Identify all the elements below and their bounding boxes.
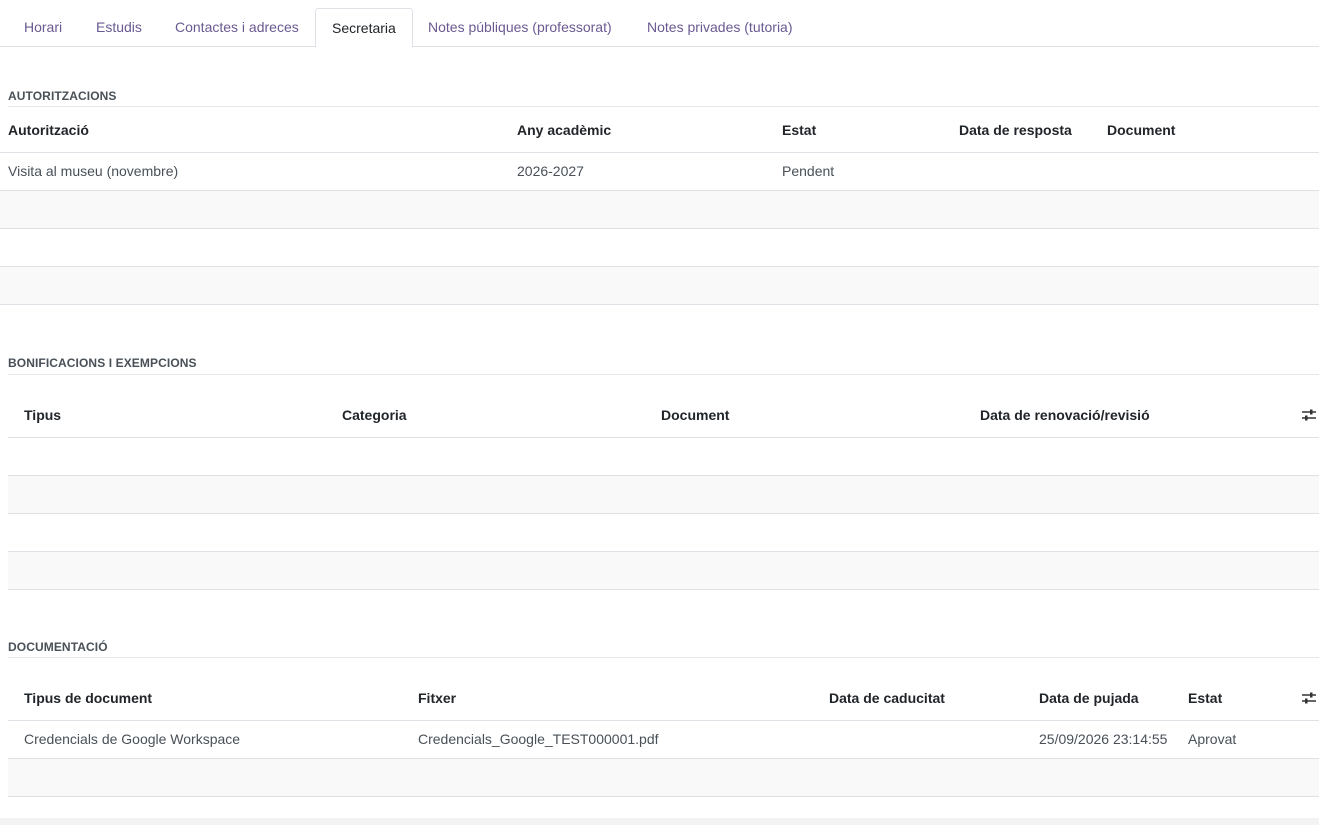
footer-bar (0, 818, 1319, 825)
column-header[interactable]: Estat (1188, 675, 1222, 721)
empty-row (8, 552, 1319, 590)
column-header[interactable]: Tipus de document (24, 675, 152, 721)
column-header[interactable]: Any acadèmic (517, 107, 611, 153)
column-header[interactable]: Fitxer (418, 675, 456, 721)
column-header[interactable]: Tipus (24, 392, 61, 438)
column-header[interactable]: Estat (782, 107, 816, 153)
column-header[interactable]: Data de caducitat (829, 675, 945, 721)
column-header[interactable]: Data de resposta (959, 107, 1072, 153)
table-header: Tipus Categoria Document Data de renovac… (8, 392, 1319, 438)
tab-notes-publiques[interactable]: Notes públiques (professorat) (412, 8, 628, 47)
empty-row (8, 438, 1319, 476)
tab-bar: Horari Estudis Contactes i adreces Secre… (0, 0, 1319, 48)
academic-year: 2026-2027 (517, 163, 584, 179)
bonuses-title: BONIFICACIONS I EXEMPCIONS (8, 356, 197, 370)
bonuses-divider (8, 374, 1319, 375)
empty-row (8, 514, 1319, 552)
empty-row (0, 229, 1319, 267)
authorizations-title: AUTORITZACIONS (8, 89, 117, 103)
tab-secretaria[interactable]: Secretaria (315, 8, 413, 48)
column-header[interactable]: Data de renovació/revisió (980, 392, 1150, 438)
empty-row (0, 267, 1319, 305)
empty-row (8, 476, 1319, 514)
status-badge: Pendent (782, 163, 835, 179)
empty-row (8, 759, 1319, 797)
bonuses-table: Tipus Categoria Document Data de renovac… (8, 392, 1319, 590)
sliders-icon[interactable] (1301, 408, 1317, 422)
column-header[interactable]: Autorització (8, 107, 89, 153)
upload-date: 25/09/2026 23:14:55 (1039, 731, 1168, 747)
authorizations-table: Autorització Any acadèmic Estat Data de … (0, 107, 1319, 305)
column-header[interactable]: Categoria (342, 392, 407, 438)
tab-contactes[interactable]: Contactes i adreces (159, 8, 315, 47)
tab-estudis[interactable]: Estudis (80, 8, 158, 47)
tab-notes-privades[interactable]: Notes privades (tutoria) (631, 8, 809, 47)
table-row[interactable]: Credencials de Google Workspace Credenci… (8, 721, 1319, 759)
empty-row (0, 191, 1319, 229)
tab-horari[interactable]: Horari (8, 8, 78, 47)
column-header[interactable]: Document (661, 392, 729, 438)
sliders-icon[interactable] (1301, 691, 1317, 705)
table-header: Tipus de document Fitxer Data de caducit… (8, 675, 1319, 721)
table-header: Autorització Any acadèmic Estat Data de … (0, 107, 1319, 153)
authorization-name: Visita al museu (novembre) (8, 163, 179, 179)
documents-table: Tipus de document Fitxer Data de caducit… (8, 675, 1319, 797)
column-header[interactable]: Data de pujada (1039, 675, 1139, 721)
status-badge: Aprovat (1188, 731, 1237, 747)
column-header[interactable]: Document (1107, 107, 1175, 153)
table-row[interactable]: Visita al museu (novembre) 2026-2027 Pen… (0, 153, 1319, 191)
document-type: Credencials de Google Workspace (24, 731, 241, 747)
file-link[interactable]: Credencials_Google_TEST000001.pdf (418, 721, 659, 758)
documents-divider (8, 657, 1319, 658)
documents-title: DOCUMENTACIÓ (8, 640, 108, 654)
